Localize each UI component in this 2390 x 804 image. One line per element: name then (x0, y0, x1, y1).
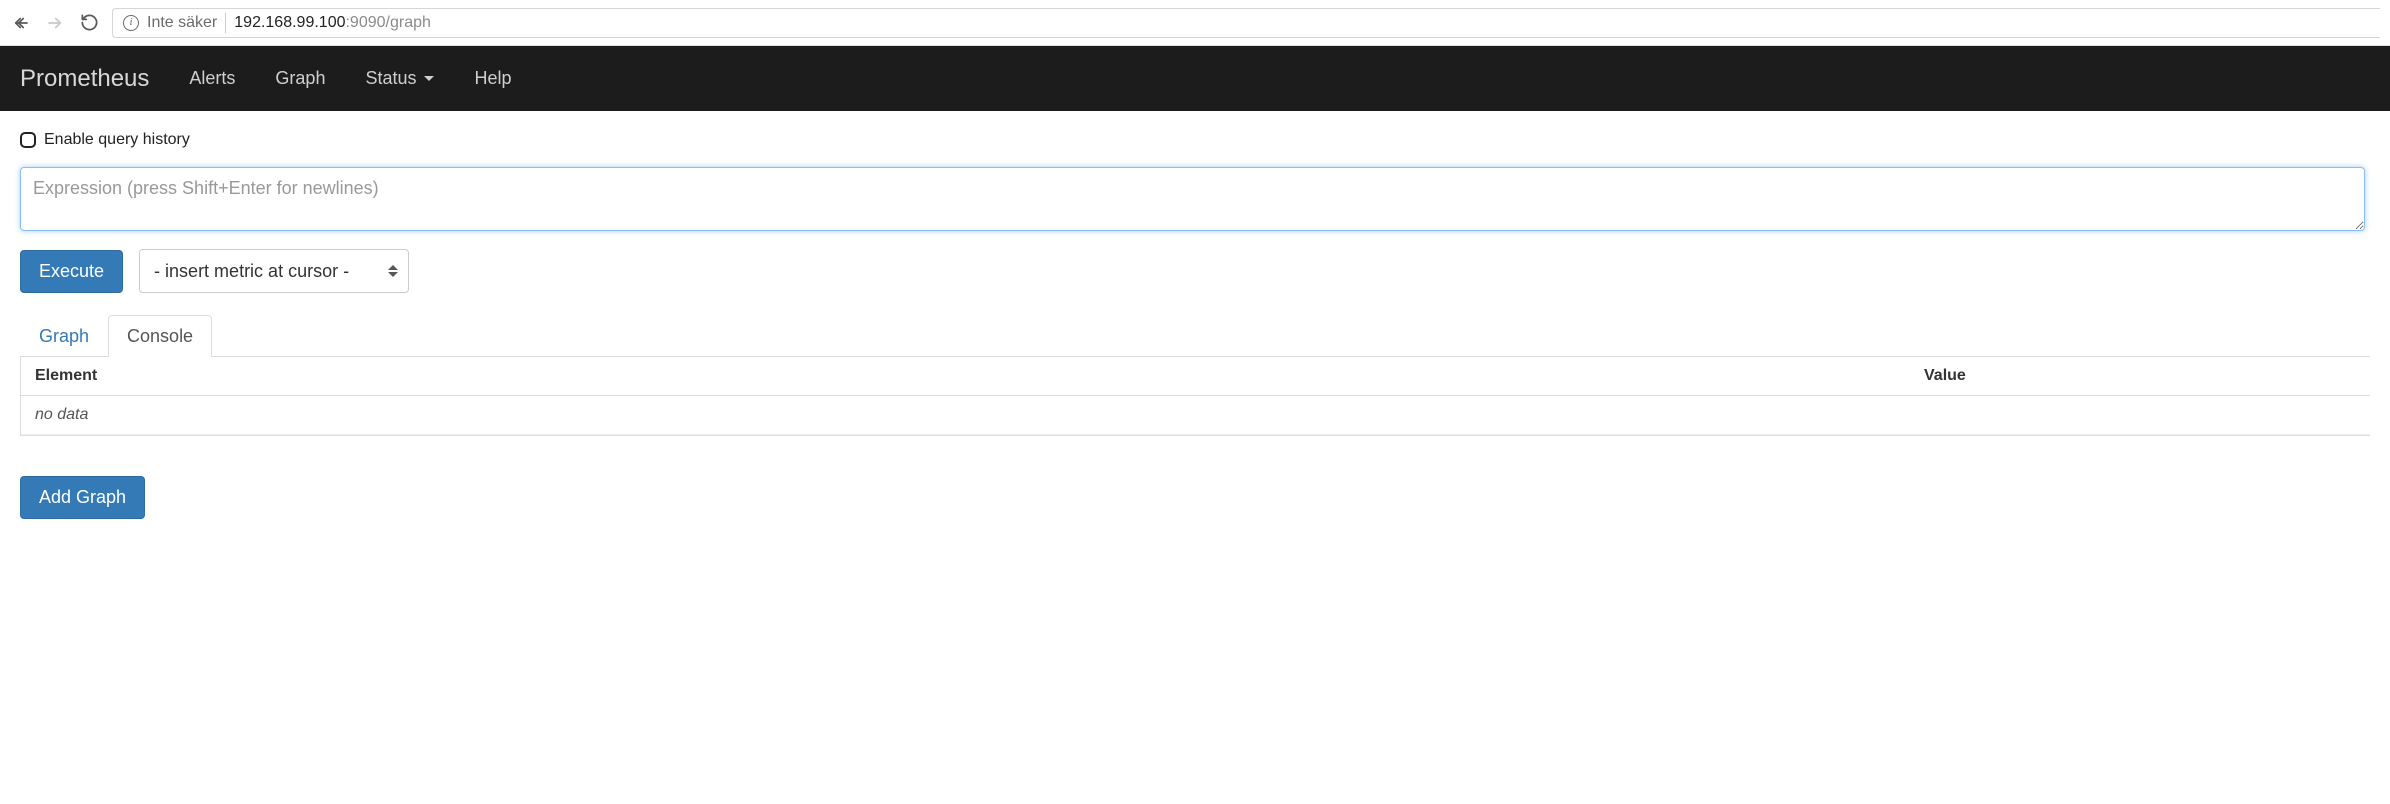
nav-graph-label: Graph (275, 68, 325, 89)
result-panel: Element Value no data (20, 357, 2370, 436)
col-value: Value (1910, 357, 2370, 396)
table-row: no data (21, 396, 2370, 435)
nav-alerts[interactable]: Alerts (189, 68, 235, 89)
execute-row: Execute - insert metric at cursor - (20, 249, 2370, 293)
address-separator (225, 13, 226, 33)
tab-graph[interactable]: Graph (20, 315, 108, 357)
back-button[interactable] (10, 12, 32, 34)
security-label: Inte säker (147, 14, 217, 32)
expression-input[interactable] (20, 167, 2365, 231)
nav-help[interactable]: Help (474, 68, 511, 89)
col-element: Element (21, 357, 1910, 396)
forward-button[interactable] (44, 12, 66, 34)
checkbox-icon[interactable] (20, 132, 36, 148)
no-data-cell: no data (21, 396, 2370, 435)
info-icon: i (123, 15, 139, 31)
nav-status[interactable]: Status (365, 68, 434, 89)
metric-select[interactable]: - insert metric at cursor - (139, 249, 409, 293)
reload-button[interactable] (78, 12, 100, 34)
query-history-toggle[interactable]: Enable query history (20, 131, 2370, 149)
navbar-nav: Alerts Graph Status Help (189, 68, 511, 89)
nav-status-label: Status (365, 68, 416, 89)
url-path: /graph (386, 14, 431, 31)
browser-chrome: i Inte säker 192.168.99.100:9090/graph (0, 0, 2390, 46)
nav-graph[interactable]: Graph (275, 68, 325, 89)
tab-console[interactable]: Console (108, 315, 212, 357)
address-bar[interactable]: i Inte säker 192.168.99.100:9090/graph (112, 8, 2380, 38)
url-text: 192.168.99.100:9090/graph (234, 14, 431, 32)
navbar: Prometheus Alerts Graph Status Help (0, 46, 2390, 111)
chevron-down-icon (424, 76, 434, 81)
result-tabs: Graph Console (20, 315, 2370, 357)
url-host: 192.168.99.100 (234, 14, 345, 31)
execute-button[interactable]: Execute (20, 250, 123, 293)
query-history-label: Enable query history (44, 131, 190, 149)
metric-select-label: - insert metric at cursor - (154, 261, 349, 282)
nav-alerts-label: Alerts (189, 68, 235, 89)
result-table: Element Value no data (21, 357, 2370, 435)
select-arrows-icon (388, 265, 398, 277)
url-port: :9090 (345, 14, 385, 31)
main-content: Enable query history Execute - insert me… (0, 111, 2390, 539)
nav-help-label: Help (474, 68, 511, 89)
add-graph-button[interactable]: Add Graph (20, 476, 145, 519)
navbar-brand[interactable]: Prometheus (20, 65, 149, 93)
